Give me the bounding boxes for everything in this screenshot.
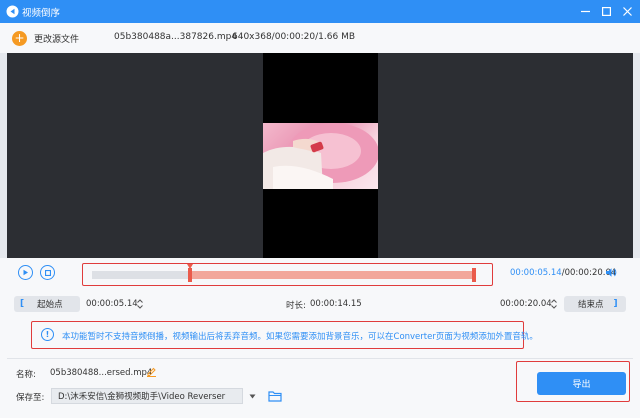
set-start-label: 起始点 <box>37 300 63 310</box>
audio-notice: ! 本功能暂时不支持音频倒播，视频输出后将丢弃音频。如果您需要添加背景音乐，可以… <box>31 321 538 349</box>
timeline-selection <box>187 268 476 282</box>
timeline-highlight <box>82 263 493 286</box>
start-handle[interactable] <box>187 268 192 282</box>
stop-icon <box>44 269 51 276</box>
end-handle[interactable] <box>471 268 476 282</box>
start-bracket-icon: [ <box>20 299 25 309</box>
time-readout: 00:00:05.14/00:00:20.04 <box>510 268 617 278</box>
end-time-stepper[interactable] <box>550 296 558 312</box>
output-name-label: 名称: <box>16 370 36 380</box>
stop-button[interactable] <box>40 265 55 280</box>
start-time-stepper[interactable] <box>136 296 144 312</box>
title-bar: 视频倒序 <box>0 0 640 23</box>
notice-text: 本功能暂时不支持音频倒播，视频输出后将丢弃音频。如果您需要添加背景音乐，可以在C… <box>62 332 538 342</box>
video-thumbnail-image <box>263 123 378 189</box>
video-preview <box>7 53 633 258</box>
save-path-dropdown[interactable] <box>246 388 258 404</box>
caret-down-icon <box>249 394 255 398</box>
chevron-down-icon <box>137 305 143 309</box>
folder-icon[interactable] <box>268 390 282 402</box>
duration-value: 00:00:14.15 <box>310 299 362 309</box>
change-source-button[interactable]: + 更改源文件 <box>12 29 79 47</box>
set-end-button[interactable]: 结束点 ] <box>564 296 626 312</box>
play-button[interactable] <box>18 265 33 280</box>
end-bracket-icon: ] <box>613 299 618 309</box>
volume-icon[interactable] <box>605 267 617 278</box>
editor-controls: 00:00:05.14/00:00:20.04 [ 起始点 00:00:05.1… <box>0 258 640 418</box>
minimize-button[interactable] <box>578 4 592 18</box>
timeline-track[interactable] <box>92 264 476 282</box>
source-file-meta: 640x368/00:00:20/1.66 MB <box>232 32 356 42</box>
set-end-label: 结束点 <box>578 300 604 310</box>
app-logo-icon <box>6 5 19 18</box>
save-to-label: 保存至: <box>16 393 45 403</box>
set-start-button[interactable]: [ 起始点 <box>14 296 80 312</box>
save-path-field[interactable] <box>51 388 243 404</box>
plus-icon: + <box>12 30 27 46</box>
close-icon <box>622 6 632 16</box>
video-frame <box>263 123 378 189</box>
chevron-up-icon <box>551 299 557 303</box>
window-title: 视频倒序 <box>22 8 61 19</box>
minimize-icon <box>580 10 590 12</box>
output-name-value: 05b380488...ersed.mp4 <box>50 368 153 378</box>
edit-icon[interactable] <box>146 366 157 377</box>
close-button[interactable] <box>620 4 634 18</box>
play-icon <box>23 269 28 276</box>
export-button[interactable]: 导出 <box>537 372 626 395</box>
section-divider <box>7 358 633 359</box>
export-highlight: 导出 <box>516 361 630 402</box>
file-bar: + 更改源文件 05b380488a...387826.mp4 640x368/… <box>0 23 640 53</box>
chevron-down-icon <box>551 305 557 309</box>
trim-range-row: [ 起始点 00:00:05.14 时长: 00:00:14.15 00:00:… <box>14 296 626 312</box>
maximize-button[interactable] <box>599 4 613 18</box>
change-source-label: 更改源文件 <box>34 34 80 45</box>
info-icon: ! <box>41 328 54 341</box>
duration-label: 时长: <box>286 301 306 311</box>
chevron-up-icon <box>137 299 143 303</box>
video-canvas <box>263 53 378 258</box>
current-time: 00:00:05.14 <box>510 268 562 278</box>
playhead-marker-icon[interactable] <box>186 264 193 270</box>
start-time-value[interactable]: 00:00:05.14 <box>86 299 138 309</box>
source-file-name: 05b380488a...387826.mp4 <box>114 32 238 42</box>
maximize-icon <box>601 6 611 16</box>
end-time-value[interactable]: 00:00:20.04 <box>500 299 552 309</box>
